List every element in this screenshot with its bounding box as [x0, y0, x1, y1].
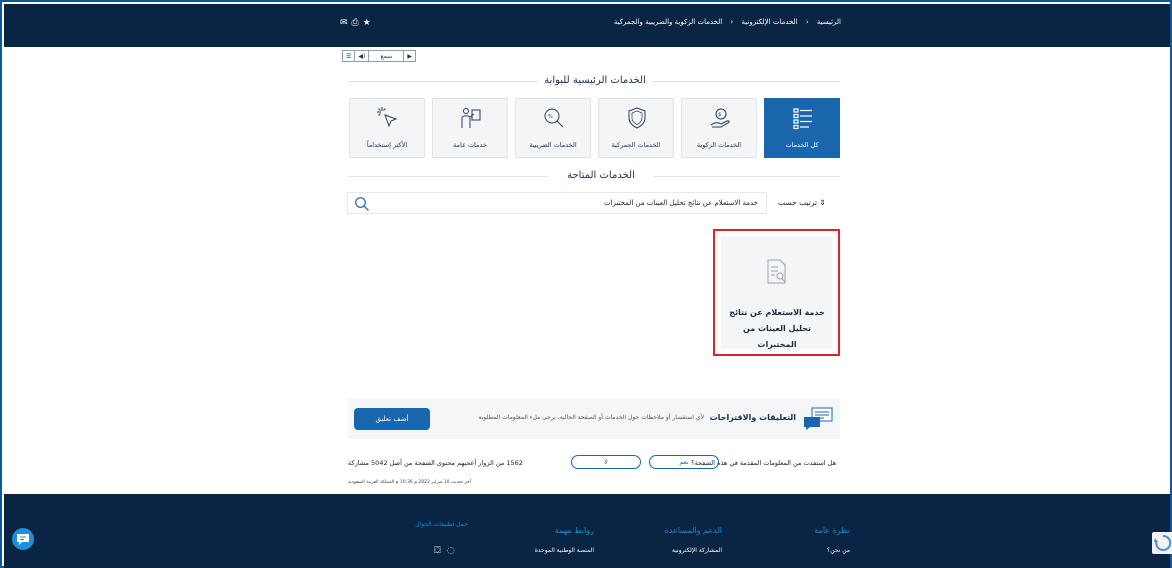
tile-label: الخدمات الزكوية [696, 141, 742, 149]
top-bar: الرئيسية ‹ الخدمات الإلكترونية ‹ الخدمات… [4, 4, 1170, 47]
search-value: خدمة الاستعلام عن نتائج تحليل العينات من… [604, 199, 758, 207]
tile-label: الأكثر إستخداماً [366, 141, 408, 149]
tile-zakat-services[interactable]: $ الخدمات الزكوية [681, 98, 757, 158]
tile-customs-services[interactable]: الخدمات الجمركية [598, 98, 674, 158]
feedback-panel: التعليقات والاقتراحات لأي استفسار أو ملا… [348, 399, 840, 439]
footer-heading-overview: نظرة عامة [814, 526, 850, 535]
sort-by-dropdown[interactable]: ⇕ ترتيب حسب [778, 198, 826, 207]
tile-label: الخدمات الضريبية [529, 141, 577, 149]
last-updated: آخر تحديث 10 فبراير 2022 م 10:36 م الممل… [348, 480, 472, 485]
footer-heading-links: روابط مهمة [554, 526, 594, 535]
browser-frame: الرئيسية ‹ الخدمات الإلكترونية ‹ الخدمات… [0, 0, 1172, 568]
footer: نظرة عامة من نحن؟ الدعم والمساعدة المشار… [4, 494, 1170, 568]
footer-link-unified-platform[interactable]: المنصة الوطنية الموحدة [535, 547, 594, 554]
android-icon[interactable]: ⛋ [434, 546, 447, 556]
shield-icon [628, 107, 646, 129]
listen-player: ☰ ◀) سمع ▶ [342, 50, 416, 62]
list-icon [793, 108, 812, 130]
breadcrumb-separator: ‹ [730, 18, 734, 26]
document-search-icon [767, 259, 786, 284]
footer-link-eparticipation[interactable]: المشاركة الإلكترونية [672, 547, 722, 554]
tile-general-services[interactable]: خدمات عامة [432, 98, 508, 158]
service-card[interactable]: خدمة الاستعلام عن نتائج تحليل العينات من… [721, 237, 833, 349]
breadcrumb-home[interactable]: الرئيسية [817, 18, 841, 26]
recaptcha-badge[interactable] [1152, 532, 1172, 554]
breadcrumb: الرئيسية ‹ الخدمات الإلكترونية ‹ الخدمات… [611, 18, 844, 26]
listen-label[interactable]: سمع [369, 51, 405, 61]
footer-link-about[interactable]: من نحن؟ [827, 547, 850, 554]
apple-icon[interactable]: ◌ [447, 546, 461, 556]
person-board-icon [461, 108, 481, 128]
volume-icon[interactable]: ◀) [355, 51, 370, 61]
search-icon[interactable] [354, 196, 370, 212]
tile-tax-services[interactable]: % الخدمات الضريبية [515, 98, 591, 158]
divider [348, 81, 538, 82]
search-input[interactable]: خدمة الاستعلام عن نتائج تحليل العينات من… [347, 192, 767, 214]
email-icon[interactable]: ✉ [340, 18, 352, 28]
breadcrumb-eservices[interactable]: الخدمات الإلكترونية [742, 18, 798, 26]
svg-text:$: $ [718, 112, 721, 118]
feedback-description: لأي استفسار أو ملاحظات حول الخدمات أو ال… [478, 414, 704, 421]
no-button[interactable]: لا [571, 455, 641, 469]
page-tools: ✉⎙★ [340, 18, 375, 28]
play-icon[interactable]: ▶ [404, 51, 415, 61]
add-comment-button[interactable]: أضف تعليق [354, 408, 430, 430]
feedback-title: التعليقات والاقتراحات [709, 413, 796, 422]
service-card-title: خدمة الاستعلام عن نتائج تحليل العينات من… [729, 308, 825, 349]
tile-label: الخدمات الجمركية [611, 141, 661, 149]
svg-text:%: % [548, 114, 553, 120]
breadcrumb-separator: ‹ [805, 18, 809, 26]
print-icon[interactable]: ⎙ [352, 18, 363, 28]
tax-search-icon: % [544, 108, 564, 128]
comments-icon [804, 407, 833, 430]
breadcrumb-current: الخدمات الزكوية والضريبية والجمركية [613, 18, 723, 26]
chat-bubble-icon[interactable] [12, 528, 34, 550]
cursor-click-icon [377, 107, 398, 128]
yes-button[interactable]: نعم [649, 455, 719, 469]
divider [348, 176, 548, 177]
tile-label: كل الخدمات [785, 141, 819, 149]
divider [654, 176, 840, 177]
app-store-icons: ⛋◌ [434, 546, 461, 556]
main-services-title: الخدمات الرئيسية للبوابة [544, 75, 646, 86]
footer-heading-support: الدعم والمساعدة [664, 526, 722, 535]
tile-all-services[interactable]: كل الخدمات [764, 98, 840, 158]
footer-heading-apps: حمل تطبيقات الجوال [415, 521, 468, 528]
favorite-icon[interactable]: ★ [363, 18, 375, 28]
tile-most-used[interactable]: الأكثر إستخداماً [349, 98, 425, 158]
available-services-title: الخدمات المتاحة [567, 170, 635, 181]
menu-icon[interactable]: ☰ [343, 51, 356, 61]
zakat-hand-icon: $ [710, 108, 730, 128]
divider [652, 81, 840, 82]
tile-label: خدمات عامة [453, 141, 487, 149]
helpful-stats: 1562 من الزوار أعجبهم محتوى الصفحة من أص… [348, 459, 523, 467]
